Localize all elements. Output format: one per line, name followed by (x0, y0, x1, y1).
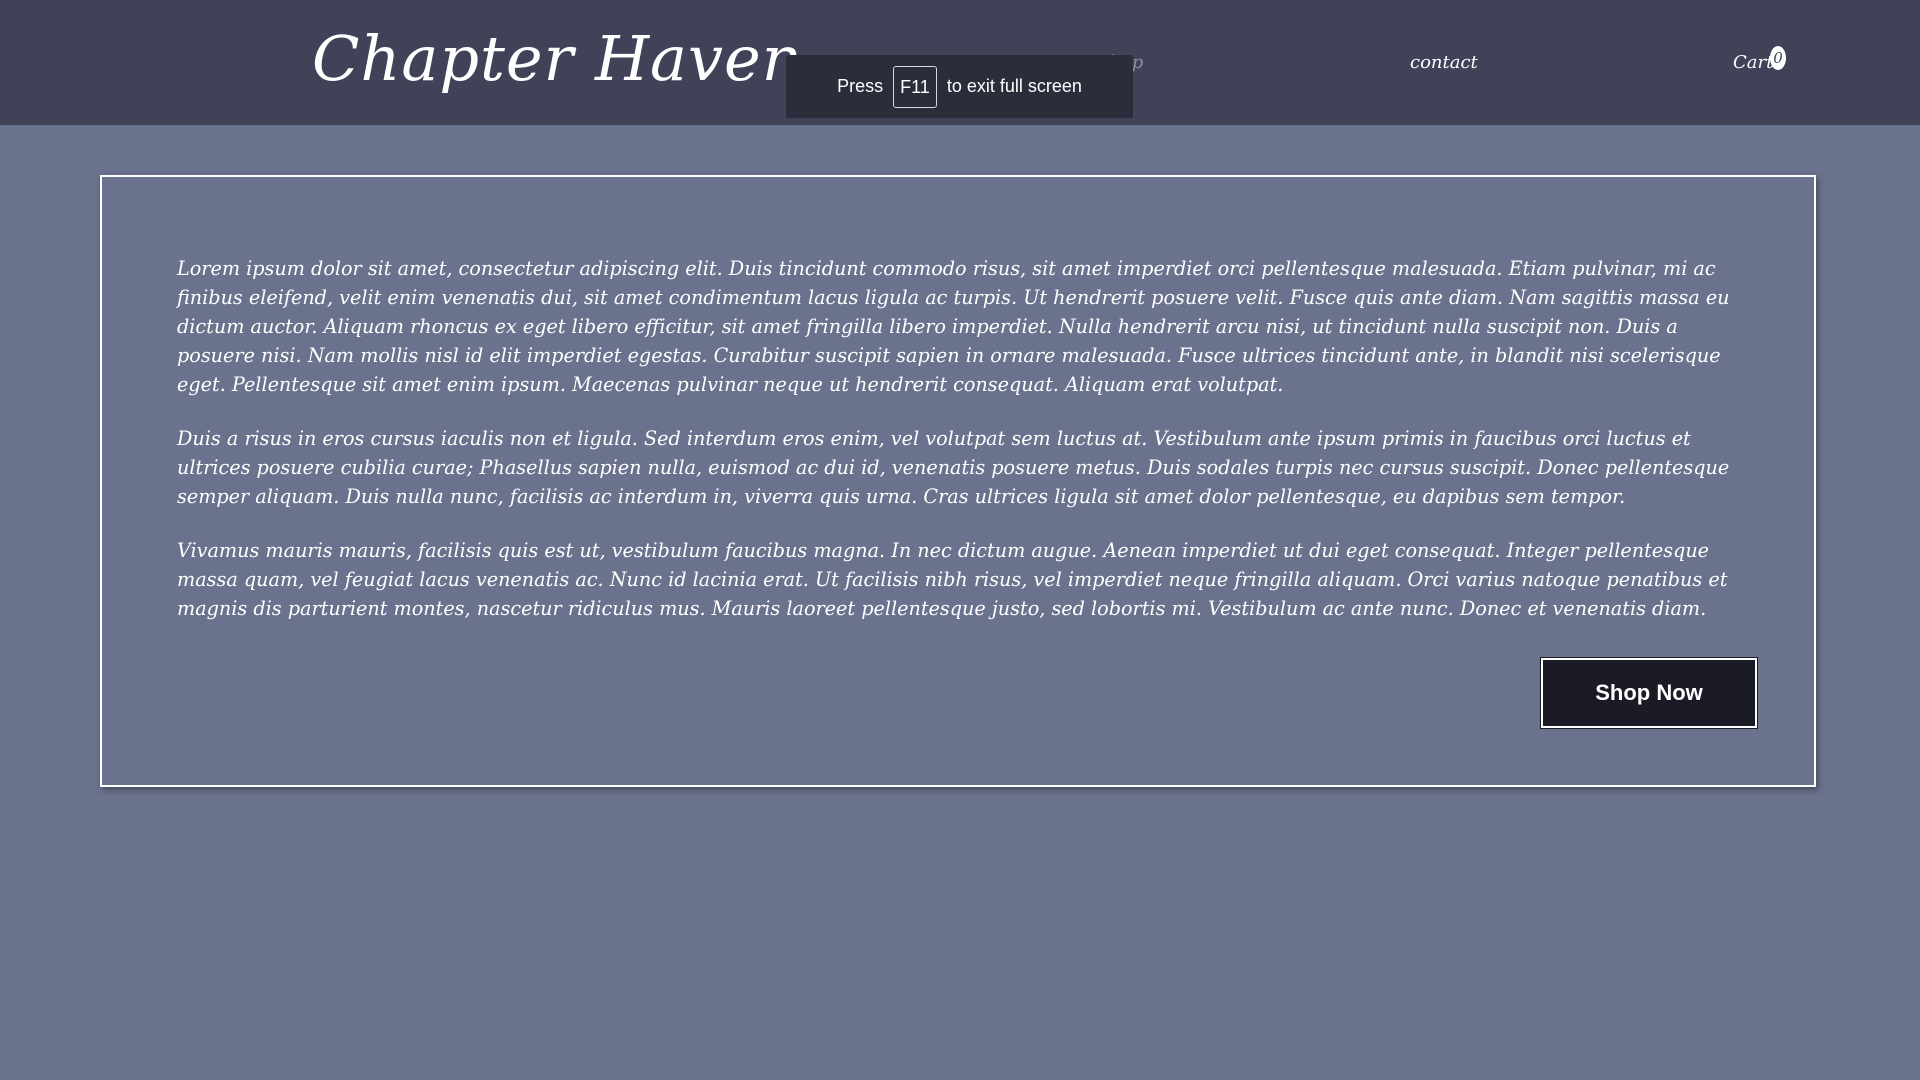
intro-text: Lorem ipsum dolor sit amet, consectetur … (177, 254, 1732, 648)
fullscreen-notice-suffix: to exit full screen (946, 76, 1082, 96)
nav-link-cart[interactable]: Cart (1733, 52, 1773, 73)
intro-paragraph-3: Vivamus mauris mauris, facilisis quis es… (177, 539, 1728, 620)
site-logo[interactable]: Chapter Haven (312, 22, 803, 95)
intro-paragraph-1: Lorem ipsum dolor sit amet, consectetur … (177, 257, 1730, 396)
intro-paragraph-2: Duis a risus in eros cursus iaculis non … (177, 427, 1730, 508)
cart-count-badge[interactable]: 0 (1770, 46, 1786, 70)
shop-now-button[interactable]: Shop Now (1540, 657, 1758, 729)
fullscreen-notice: Press F11 to exit full screen (786, 55, 1133, 118)
intro-card: Lorem ipsum dolor sit amet, consectetur … (100, 175, 1816, 787)
fullscreen-notice-prefix: Press (837, 76, 884, 96)
nav-link-contact[interactable]: contact (1410, 52, 1478, 73)
f11-key-label: F11 (893, 65, 937, 108)
